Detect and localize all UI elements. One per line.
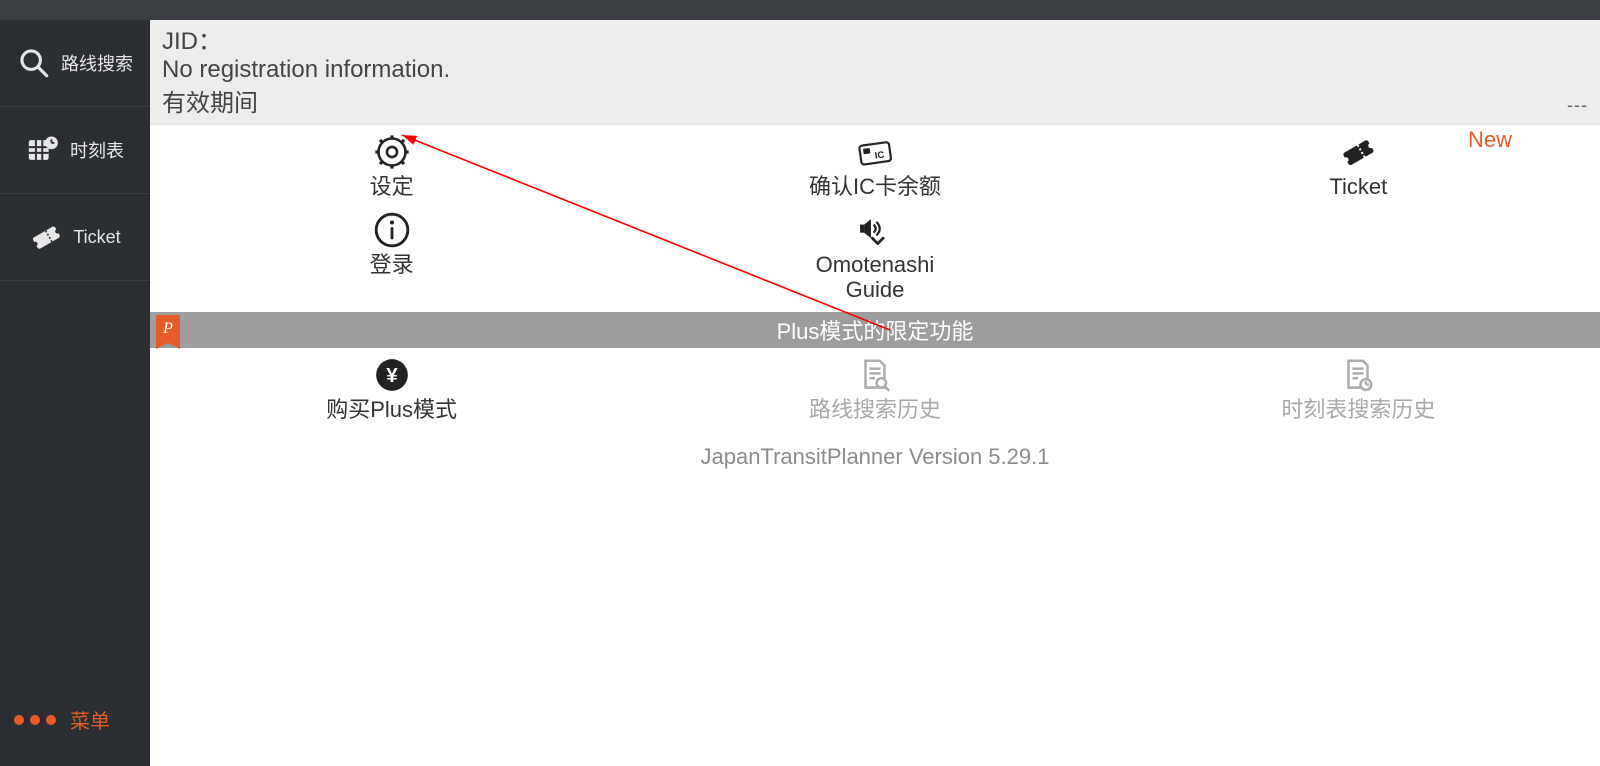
document-search-icon xyxy=(856,356,894,394)
sidebar-item-label: 路线搜索 xyxy=(61,50,133,76)
menu-ticket[interactable]: New Ticket xyxy=(1117,133,1600,199)
plus-section-title: Plus模式的限定功能 xyxy=(777,314,974,346)
validity-label: 有效期间 xyxy=(162,83,258,118)
gear-icon xyxy=(373,133,411,171)
sidebar-menu-label: 菜单 xyxy=(70,705,110,734)
main-topbar xyxy=(150,0,1600,20)
menu-omotenashi-guide[interactable]: Omotenashi Guide xyxy=(633,211,1116,301)
svg-text:¥: ¥ xyxy=(386,364,398,387)
info-icon xyxy=(373,211,411,249)
search-icon xyxy=(17,46,51,80)
main-content: JID： No registration information. 有效期间 -… xyxy=(150,0,1600,766)
validity-value: --- xyxy=(1567,95,1588,116)
plus-ribbon-icon: P xyxy=(156,315,180,343)
ic-card-icon: IC xyxy=(856,133,894,171)
menu-row-3: ¥ 购买Plus模式 路线搜索历史 xyxy=(150,348,1600,426)
yen-coin-icon: ¥ xyxy=(373,356,411,394)
svg-text:IC: IC xyxy=(874,150,885,162)
plus-section-header: P Plus模式的限定功能 xyxy=(150,312,1600,348)
menu-buy-plus[interactable]: ¥ 购买Plus模式 xyxy=(150,356,633,422)
version-text: JapanTransitPlanner Version 5.29.1 xyxy=(150,444,1600,470)
sidebar-item-ticket[interactable]: Ticket xyxy=(0,194,150,280)
ticket-icon xyxy=(29,220,63,254)
menu-settings[interactable]: 设定 xyxy=(150,133,633,199)
menu-settings-label: 设定 xyxy=(370,175,414,199)
menu-login-label: 登录 xyxy=(370,253,414,277)
jid-label: JID： xyxy=(162,28,1588,56)
menu-ic-balance[interactable]: IC 确认IC卡余额 xyxy=(633,133,1116,199)
sidebar-item-label: 时刻表 xyxy=(70,137,124,163)
menu-ic-balance-label: 确认IC卡余额 xyxy=(809,175,941,199)
sidebar-item-label: Ticket xyxy=(73,227,120,248)
timetable-icon xyxy=(26,133,60,167)
new-badge: New xyxy=(1468,127,1512,153)
menu-login[interactable]: 登录 xyxy=(150,211,633,301)
audio-guide-icon xyxy=(856,211,894,249)
more-icon xyxy=(14,715,56,725)
menu-buy-plus-label: 购买Plus模式 xyxy=(326,398,457,422)
menu-ticket-label: Ticket xyxy=(1329,175,1387,199)
sidebar-item-route-search[interactable]: 路线搜索 xyxy=(0,20,150,106)
menu-omotenashi-label: Omotenashi Guide xyxy=(816,253,935,301)
menu-row-1: 设定 IC 确认IC卡余额 New xyxy=(150,125,1600,203)
registration-status: No registration information. xyxy=(162,56,1588,84)
sidebar: 路线搜索 时刻表 xyxy=(0,0,150,766)
sidebar-item-timetable[interactable]: 时刻表 xyxy=(0,107,150,193)
sidebar-topbar xyxy=(0,0,150,20)
ticket-icon xyxy=(1339,133,1377,171)
document-clock-icon xyxy=(1339,356,1377,394)
menu-row-2: 登录 Omotenashi Guide xyxy=(150,203,1600,305)
menu-route-history-label: 路线搜索历史 xyxy=(809,398,941,422)
info-panel: JID： No registration information. 有效期间 -… xyxy=(150,20,1600,125)
sidebar-item-menu[interactable]: 菜单 xyxy=(0,683,150,766)
menu-timetable-history[interactable]: 时刻表搜索历史 xyxy=(1117,356,1600,422)
menu-timetable-history-label: 时刻表搜索历史 xyxy=(1281,398,1435,422)
menu-route-history[interactable]: 路线搜索历史 xyxy=(633,356,1116,422)
